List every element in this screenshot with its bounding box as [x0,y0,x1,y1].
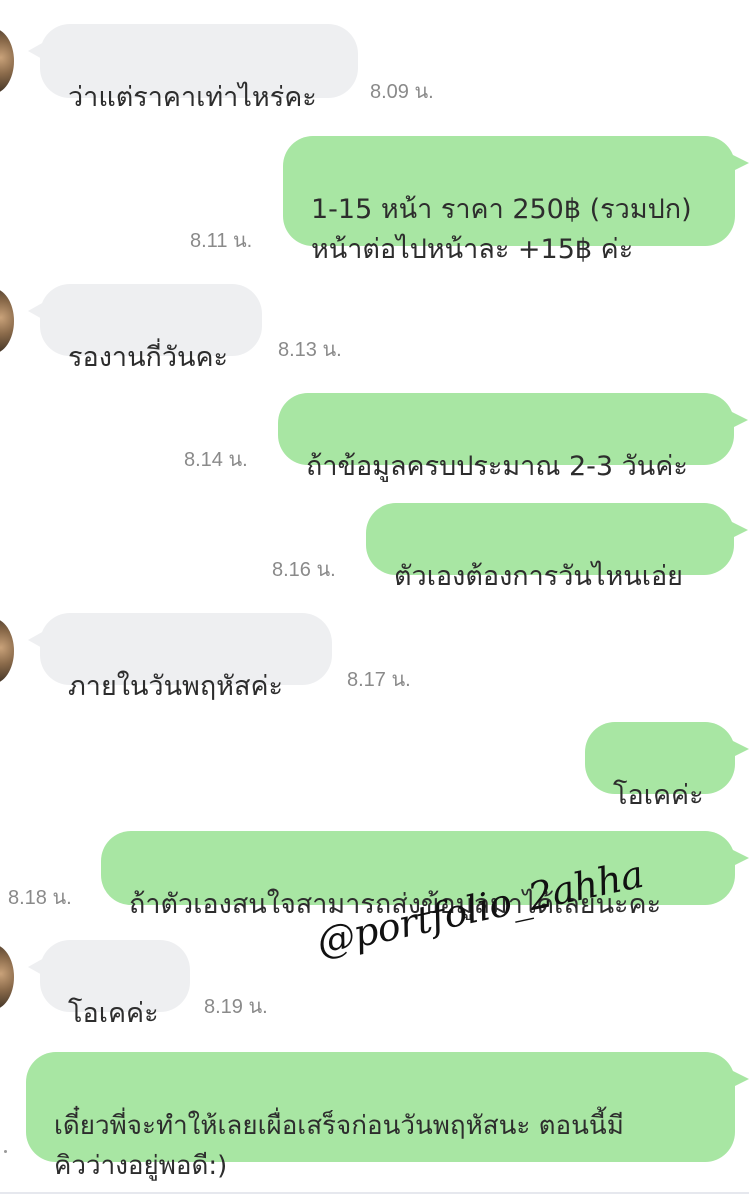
message-text: ว่าแต่ราคาเท่าไหร่คะ [68,82,317,113]
incoming-message-bubble[interactable]: โอเคค่ะ [28,940,190,1029]
message-timestamp: 8.09 น. [370,81,434,103]
sender-avatar[interactable] [0,618,14,684]
message-timestamp: 8.13 น. [278,339,342,361]
sender-avatar[interactable] [0,944,14,1010]
bottom-divider [0,1192,749,1194]
message-text: โอเคค่ะ [68,998,159,1029]
message-text: 1-15 หน้า ราคา 250฿ (รวมปก) หน้าต่อไปหน้… [311,194,692,265]
stray-dot [4,1150,7,1153]
message-timestamp: 8.14 น. [184,449,248,471]
incoming-message-bubble[interactable]: ภายในวันพฤหัสค่ะ [28,613,332,702]
outgoing-message-bubble[interactable]: ถ้าข้อมูลครบประมาณ 2-3 วันค่ะ [278,393,748,482]
message-text: ภายในวันพฤหัสค่ะ [68,671,284,702]
outgoing-message-bubble[interactable]: เดี๋ยวพี่จะทำให้เลยเผื่อเสร็จก่อนวันพฤหั… [26,1052,749,1181]
outgoing-message-bubble[interactable]: โอเคค่ะ [585,722,749,811]
message-text: โอเคค่ะ [613,780,704,811]
sender-avatar[interactable] [0,28,14,94]
incoming-message-bubble[interactable]: ว่าแต่ราคาเท่าไหร่คะ [28,24,358,113]
message-timestamp: 8.19 น. [204,996,268,1018]
message-text: ถ้าข้อมูลครบประมาณ 2-3 วันค่ะ [306,451,688,482]
message-text: รองานกี่วันคะ [68,342,229,373]
message-text: ตัวเองต้องการวันไหนเอ่ย [394,561,683,592]
message-timestamp: 8.18 น. [8,887,72,909]
message-timestamp: 8.11 น. [190,230,253,252]
sender-avatar[interactable] [0,288,14,354]
message-timestamp: 8.16 น. [272,559,336,581]
outgoing-message-bubble[interactable]: 1-15 หน้า ราคา 250฿ (รวมปก) หน้าต่อไปหน้… [283,136,749,265]
incoming-message-bubble[interactable]: รองานกี่วันคะ [28,284,262,373]
outgoing-message-bubble[interactable]: ตัวเองต้องการวันไหนเอ่ย [366,503,748,592]
message-text: เดี๋ยวพี่จะทำให้เลยเผื่อเสร็จก่อนวันพฤหั… [54,1111,624,1181]
message-timestamp: 8.17 น. [347,669,411,691]
